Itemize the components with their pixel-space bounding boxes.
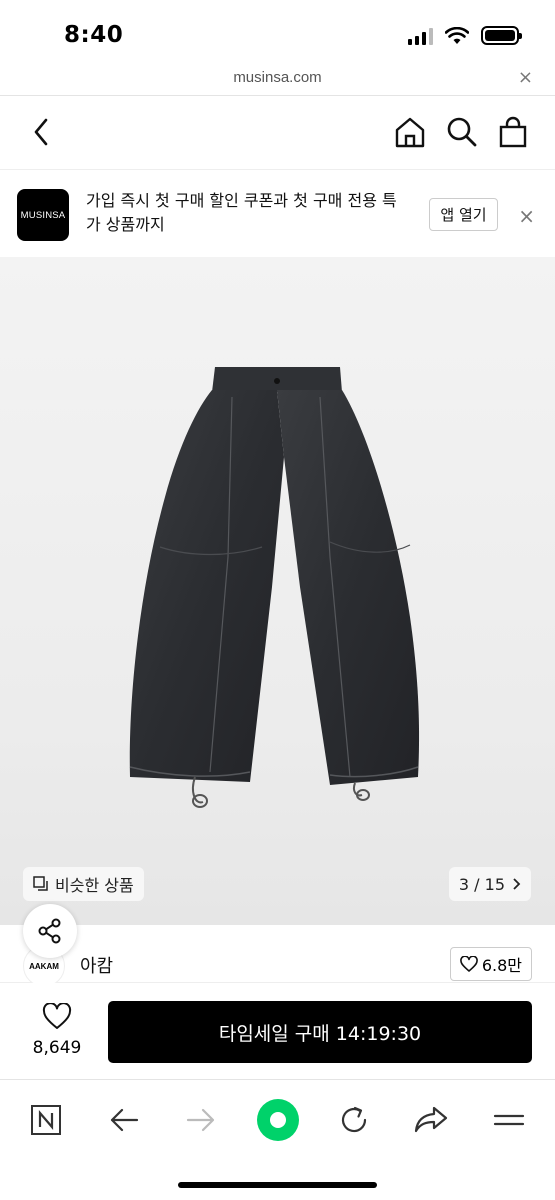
pants-image: [129, 367, 420, 808]
reload-icon: [341, 1106, 367, 1133]
share-icon: [38, 918, 61, 944]
musinsa-logo: MUSINSA: [17, 189, 69, 241]
home-icon[interactable]: [393, 115, 427, 149]
browser-url-bar[interactable]: musinsa.com ×: [0, 66, 555, 96]
status-bar: 8:40: [0, 0, 555, 66]
search-icon[interactable]: [445, 115, 479, 149]
chevron-right-icon: [513, 878, 521, 890]
share-button[interactable]: [23, 904, 77, 958]
back-arrow-icon[interactable]: [30, 115, 52, 149]
naver-button[interactable]: [26, 1100, 66, 1140]
status-time: 8:40: [64, 22, 124, 48]
naver-n-icon: [31, 1105, 61, 1135]
similar-products-label: 비슷한 상품: [55, 876, 134, 895]
purchase-bar: 8,649 타임세일 구매 14:19:30: [0, 983, 555, 1080]
forward-share-icon: [414, 1106, 448, 1133]
green-dot-icon: [257, 1099, 299, 1141]
battery-icon: [481, 26, 522, 45]
image-counter: 3 / 15: [458, 874, 505, 894]
shopping-bag-icon[interactable]: [496, 115, 530, 149]
brand-name[interactable]: 아캄: [80, 952, 113, 978]
green-dot-button[interactable]: [256, 1098, 300, 1142]
brand-like-button[interactable]: 6.8만: [449, 947, 532, 981]
wifi-icon: [445, 26, 469, 44]
promo-text: 가입 즉시 첫 구매 할인 쿠폰과 첫 구매 전용 특가 상품까지: [86, 191, 397, 234]
brand-row: AAKAM 아캄 6.8만: [0, 925, 555, 987]
similar-products-button[interactable]: 비슷한 상품: [23, 867, 144, 901]
cellular-signal-icon: [408, 27, 433, 45]
product-image[interactable]: 비슷한 상품 3 / 15: [0, 257, 555, 925]
time-sale-buy-button[interactable]: 타임세일 구매 14:19:30: [108, 1001, 532, 1063]
reload-button[interactable]: [334, 1100, 374, 1140]
image-counter-button[interactable]: 3 / 15: [448, 867, 531, 901]
browser-forward-button[interactable]: [181, 1100, 221, 1140]
home-indicator: [178, 1182, 377, 1188]
menu-button[interactable]: [489, 1100, 529, 1140]
heart-icon: [42, 1002, 72, 1029]
arrow-right-icon: [186, 1108, 215, 1132]
share-page-button[interactable]: [411, 1100, 451, 1140]
app-promo-banner: MUSINSA 가입 즉시 첫 구매 할인 쿠폰과 첫 구매 전용 특가 상품까…: [0, 171, 555, 257]
arrow-left-icon: [110, 1108, 139, 1132]
wishlist-count: 8,649: [32, 1038, 82, 1058]
app-header: [0, 97, 555, 170]
browser-toolbar: [0, 1080, 555, 1200]
copy-icon: [33, 876, 48, 891]
menu-icon: [493, 1114, 525, 1126]
status-icons: [408, 26, 522, 45]
browser-back-button[interactable]: [104, 1100, 144, 1140]
open-app-button[interactable]: 앱 열기: [429, 198, 498, 231]
heart-icon: [460, 956, 478, 972]
banner-close-icon[interactable]: ×: [518, 204, 535, 228]
wishlist-button[interactable]: 8,649: [30, 1002, 84, 1058]
url-close-icon[interactable]: ×: [518, 67, 533, 88]
url-text[interactable]: musinsa.com: [0, 69, 555, 86]
brand-like-count: 6.8만: [481, 956, 522, 975]
